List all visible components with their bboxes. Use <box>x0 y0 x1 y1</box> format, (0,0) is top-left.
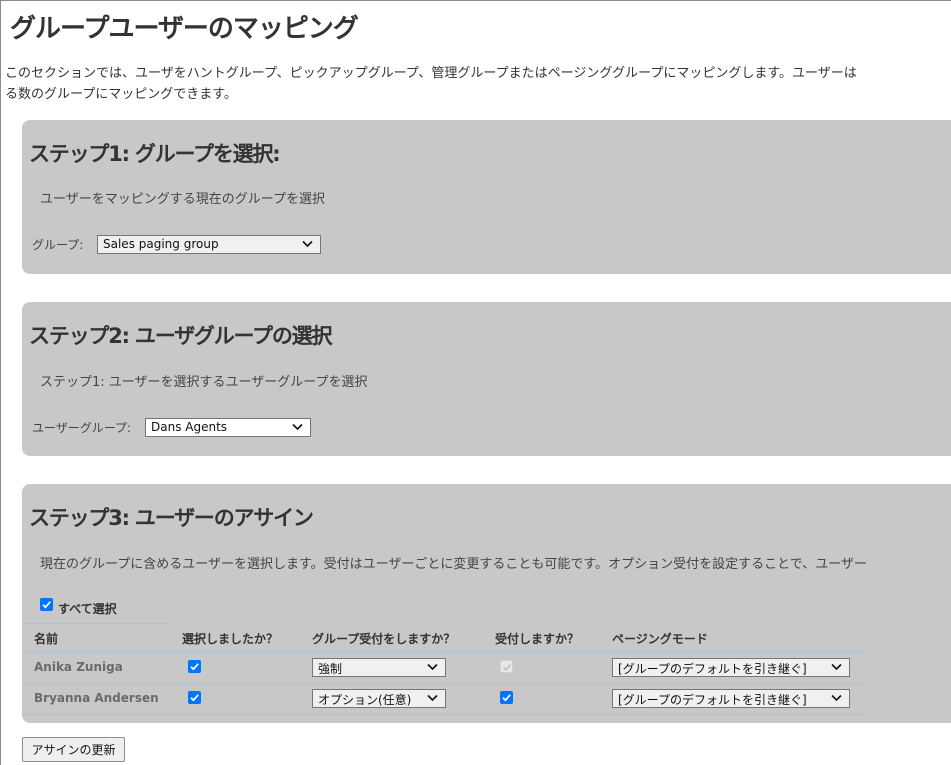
usergroup-select-value: Dans Agents <box>151 420 228 434</box>
group-answer-value: オプション(任意) <box>318 693 412 707</box>
select-all-checkbox[interactable] <box>40 598 53 611</box>
step2-panel: ステップ2: ユーザグループの選択 ステップ1: ユーザーを選択するユーザーグル… <box>22 302 951 456</box>
group-answer-select[interactable]: オプション(任意) <box>312 689 446 708</box>
intro-text: このセクションでは、ユーザをハントグループ、ピックアップグループ、管理グループま… <box>5 63 951 105</box>
chevron-down-icon <box>302 240 313 248</box>
group-answer-select[interactable]: 強制 <box>312 658 446 677</box>
usergroup-select[interactable]: Dans Agents <box>145 418 311 437</box>
column-header-paging-mode: ページングモード <box>612 632 708 646</box>
usergroup-label: ユーザーグループ: <box>32 421 132 435</box>
column-header-selected: 選択しましたか？ <box>182 632 279 646</box>
step3-heading: ステップ3: ユーザーのアサイン <box>29 506 314 530</box>
page-title: グループユーザーのマッピング <box>10 14 359 44</box>
check-icon <box>190 694 199 702</box>
group-select-value: Sales paging group <box>103 237 219 251</box>
user-name: Bryanna Andersen <box>34 691 159 705</box>
paging-mode-select[interactable]: [グループのデフォルトを引き継ぐ] <box>612 689 850 708</box>
chevron-down-icon <box>427 694 438 702</box>
column-header-group-answer: グループ受付をしますか？ <box>312 632 456 646</box>
step3-panel: ステップ3: ユーザーのアサイン 現在のグループに含めるユーザーを選択します。受… <box>22 484 951 723</box>
step1-heading: ステップ1: グループを選択: <box>29 142 281 166</box>
column-header-name: 名前 <box>34 632 59 646</box>
intro-line-1: このセクションでは、ユーザをハントグループ、ピックアップグループ、管理グループま… <box>5 66 857 81</box>
check-icon <box>190 663 199 671</box>
group-select[interactable]: Sales paging group <box>97 235 321 254</box>
step1-description: ユーザーをマッピングする現在のグループを選択 <box>40 192 325 207</box>
paging-mode-value: [グループのデフォルトを引き継ぐ] <box>618 693 807 707</box>
selected-checkbox[interactable] <box>188 660 201 673</box>
answer-checkbox[interactable] <box>500 691 513 704</box>
update-assign-button[interactable]: アサインの更新 <box>22 737 125 762</box>
divider <box>22 623 170 624</box>
chevron-down-icon <box>831 694 842 702</box>
check-icon <box>502 663 512 672</box>
paging-mode-select[interactable]: [グループのデフォルトを引き継ぐ] <box>612 658 850 677</box>
group-answer-value: 強制 <box>318 662 343 676</box>
selected-checkbox[interactable] <box>188 691 201 704</box>
step1-panel: ステップ1: グループを選択: ユーザーをマッピングする現在のグループを選択 グ… <box>22 120 951 274</box>
user-name: Anika Zuniga <box>34 660 123 674</box>
select-all-label: すべて選択 <box>58 602 117 616</box>
check-icon <box>42 601 51 609</box>
chevron-down-icon <box>427 663 438 671</box>
step2-description: ステップ1: ユーザーを選択するユーザーグループを選択 <box>40 375 368 390</box>
chevron-down-icon <box>292 423 303 431</box>
answer-checkbox-disabled <box>500 660 513 673</box>
paging-mode-value: [グループのデフォルトを引き継ぐ] <box>618 662 807 676</box>
group-label: グループ: <box>32 238 84 252</box>
divider <box>22 683 864 684</box>
chevron-down-icon <box>831 663 842 671</box>
intro-line-2: る数のグループにマッピングできます。 <box>5 87 237 102</box>
step3-description: 現在のグループに含めるユーザーを選択します。受付はユーザーごとに変更することも可… <box>40 557 867 572</box>
check-icon <box>502 694 511 702</box>
divider <box>22 714 864 715</box>
column-header-answer: 受付しますか？ <box>495 632 580 646</box>
step2-heading: ステップ2: ユーザグループの選択 <box>29 324 332 348</box>
divider <box>22 652 864 653</box>
